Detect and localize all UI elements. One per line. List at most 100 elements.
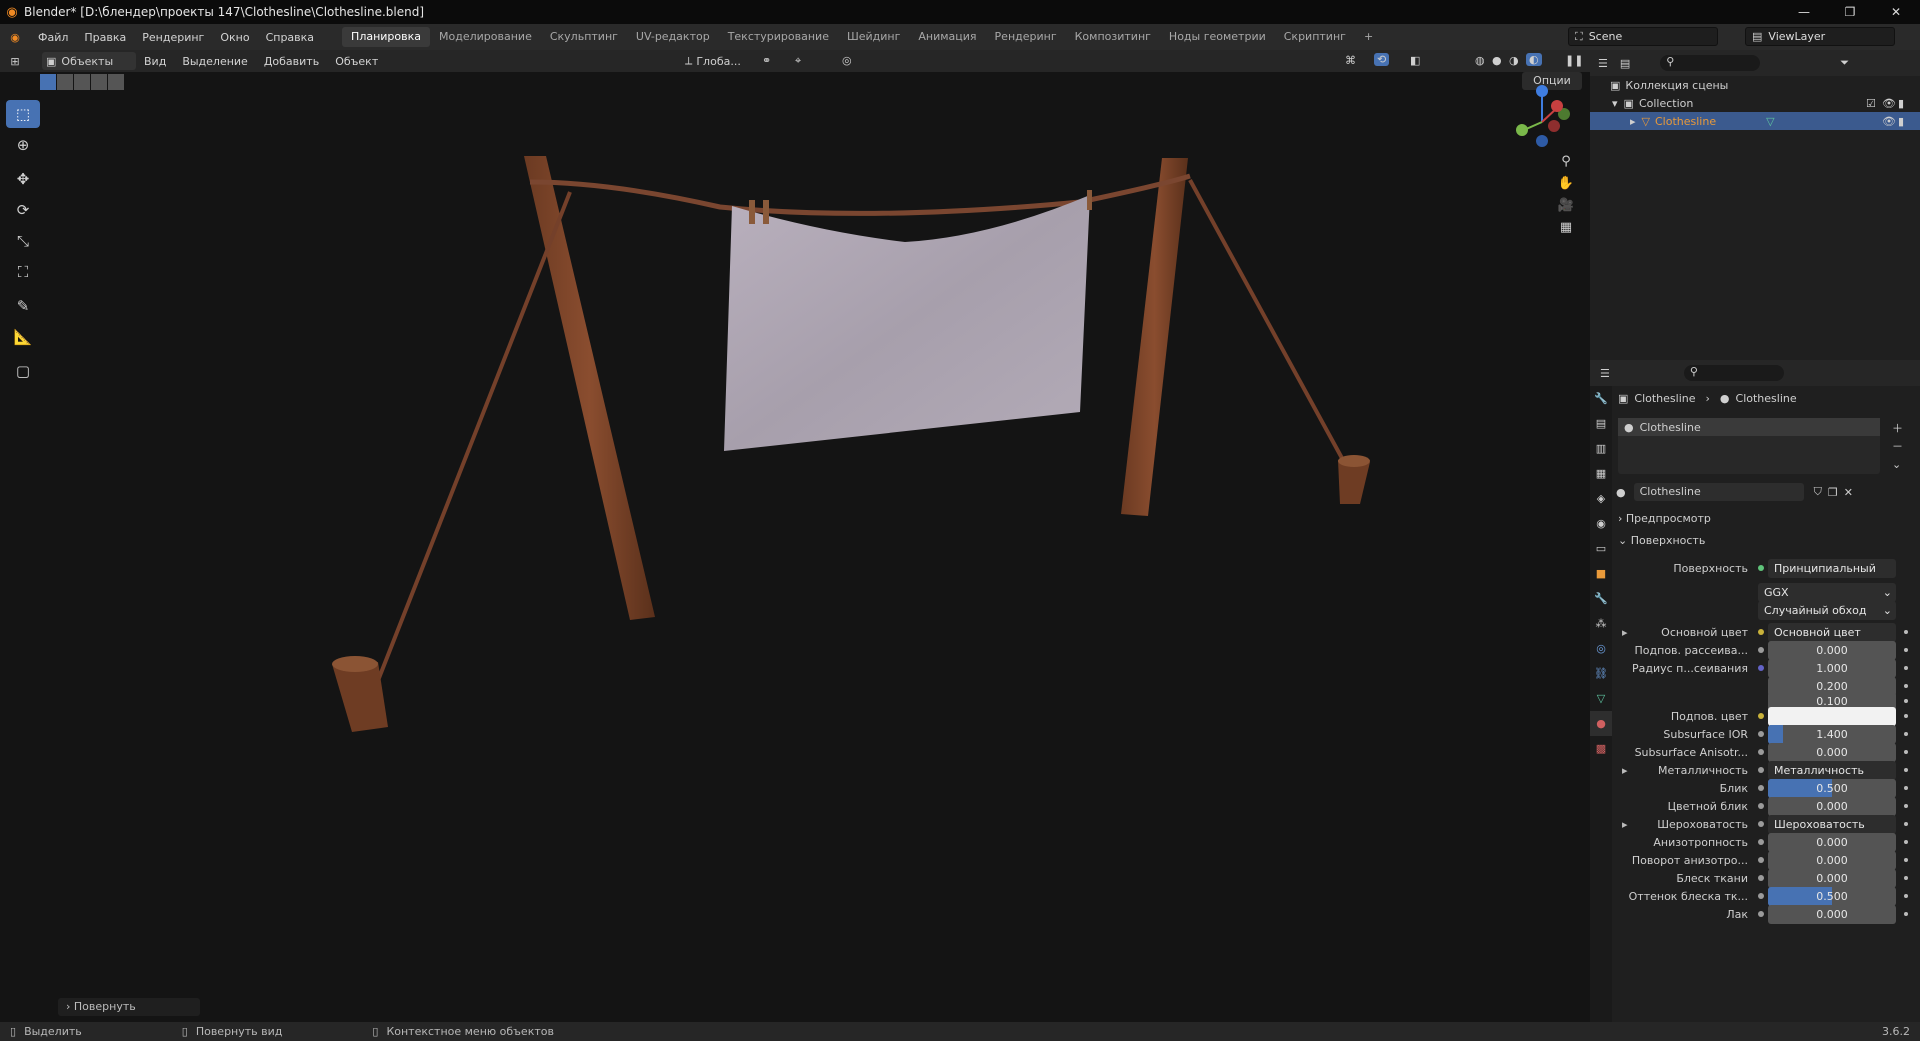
menu-select[interactable]: Выделение <box>174 55 256 68</box>
data-tab-icon[interactable]: ▽ <box>1590 686 1612 711</box>
keyframe-dot-icon[interactable] <box>1904 714 1908 718</box>
keyframe-dot-icon[interactable] <box>1904 648 1908 652</box>
material-slot-list[interactable]: ● Clothesline <box>1618 418 1880 474</box>
tab-layout[interactable]: Планировка <box>342 27 431 47</box>
tab-compositing[interactable]: Композитинг <box>1066 27 1160 47</box>
solid-shading-icon[interactable]: ● <box>1492 54 1502 67</box>
blender-menu-icon[interactable]: ◉ <box>0 31 30 44</box>
surface-shader-field[interactable]: Принципиальный BSDF <box>1768 559 1896 578</box>
keyframe-dot-icon[interactable] <box>1904 858 1908 862</box>
input-socket-dot[interactable] <box>1758 647 1764 653</box>
menu-object[interactable]: Объект <box>327 55 386 68</box>
scale-tool-icon[interactable]: ⤡ <box>6 227 40 255</box>
input-socket-dot[interactable] <box>1758 713 1764 719</box>
menu-window[interactable]: Окно <box>212 31 257 44</box>
menu-view[interactable]: Вид <box>136 55 174 68</box>
constraints-tab-icon[interactable]: ⛓ <box>1590 661 1612 686</box>
view-layer-tab-icon[interactable]: ▦ <box>1590 461 1612 486</box>
ortho-grid-icon[interactable]: ▦ <box>1555 216 1577 238</box>
material-slot-row[interactable]: ● Clothesline <box>1618 418 1880 436</box>
input-socket-dot[interactable] <box>1758 821 1764 827</box>
scene-tab-icon[interactable]: ◈ <box>1590 486 1612 511</box>
input-socket-dot[interactable] <box>1758 893 1764 899</box>
input-socket-dot[interactable] <box>1758 731 1764 737</box>
keyframe-dot-icon[interactable] <box>1904 786 1908 790</box>
tab-texturing[interactable]: Текстурирование <box>719 27 838 47</box>
xray-toggle-icon[interactable]: ◧ <box>1410 54 1420 67</box>
minimize-button[interactable]: — <box>1781 0 1827 24</box>
annotate-tool-icon[interactable]: ✎ <box>6 292 40 320</box>
viewlayer-selector[interactable]: ▤ ViewLayer <box>1745 27 1895 46</box>
input-socket-dot[interactable] <box>1758 629 1764 635</box>
outliner-row-scene-collection[interactable]: ▣ Коллекция сцены <box>1590 76 1920 94</box>
tab-scripting[interactable]: Скриптинг <box>1275 27 1355 47</box>
outliner-row-collection[interactable]: ▾ ▣ Collection ☑ 👁 ▮ <box>1590 94 1920 112</box>
properties-editor-icon[interactable]: ☰ <box>1600 367 1610 380</box>
physics-tab-icon[interactable]: ◎ <box>1590 636 1612 661</box>
overlay-toggle-icon[interactable]: ⟲ <box>1374 53 1390 66</box>
input-socket-dot[interactable] <box>1758 875 1764 881</box>
input-socket-dot[interactable] <box>1758 911 1764 917</box>
cursor-tool-icon[interactable]: ⊕ <box>6 131 40 159</box>
fake-user-icon[interactable]: ⛉ <box>1814 485 1822 499</box>
object-visibility-eye-icon[interactable]: 👁 <box>1882 115 1896 128</box>
material-selector[interactable]: ● Clothesline ⛉ ❐ ✕ <box>1616 483 1886 501</box>
outliner-row-clothesline[interactable]: ▸ ▽ Clothesline ▽ 👁 ▮ <box>1590 112 1920 130</box>
restore-button[interactable]: ❐ <box>1827 0 1873 24</box>
move-tool-icon[interactable]: ✥ <box>6 165 40 193</box>
snap-icon[interactable]: ⌖ <box>795 54 801 68</box>
particles-tab-icon[interactable]: ⁂ <box>1590 611 1612 636</box>
visibility-eye-icon[interactable]: 👁 <box>1882 97 1896 110</box>
tab-rendering[interactable]: Рендеринг <box>986 27 1066 47</box>
exclude-checkbox-icon[interactable]: ☑ <box>1866 97 1876 110</box>
pan-hand-icon[interactable]: ✋ <box>1555 172 1577 194</box>
wireframe-shading-icon[interactable]: ◍ <box>1475 54 1485 67</box>
rotate-tool-icon[interactable]: ⟳ <box>6 196 40 224</box>
modifier-tab-icon[interactable]: 🔧 <box>1590 586 1612 611</box>
gizmo-toggle-icon[interactable]: ⌘ <box>1345 54 1356 67</box>
input-socket-dot[interactable] <box>1758 767 1764 773</box>
tab-animation[interactable]: Анимация <box>909 27 985 47</box>
keyframe-dot-icon[interactable] <box>1904 822 1908 826</box>
subsurface-method-dropdown[interactable]: Случайный обход ⌄ <box>1758 601 1896 620</box>
pivot-icon[interactable]: ⚭ <box>762 54 771 67</box>
add-cube-tool-icon[interactable]: ▢ <box>6 357 40 385</box>
keyframe-dot-icon[interactable] <box>1904 666 1908 670</box>
transform-orientation[interactable]: ⟂ Глоба... <box>685 52 755 70</box>
collection-tab-icon[interactable]: ▭ <box>1590 536 1612 561</box>
object-render-camera-icon[interactable]: ▮ <box>1898 115 1904 128</box>
menu-edit[interactable]: Правка <box>76 31 134 44</box>
close-button[interactable]: ✕ <box>1873 0 1919 24</box>
outliner-editor-icon[interactable]: ☰ <box>1598 57 1608 70</box>
output-tab-icon[interactable]: ▥ <box>1590 436 1612 461</box>
keyframe-dot-icon[interactable] <box>1904 768 1908 772</box>
texture-tab-icon[interactable]: ▩ <box>1590 736 1612 761</box>
camera-view-icon[interactable]: 🎥 <box>1555 194 1577 216</box>
world-tab-icon[interactable]: ◉ <box>1590 511 1612 536</box>
proportional-edit-icon[interactable]: ◎ <box>842 54 852 67</box>
preview-panel-header[interactable]: › Предпросмотр <box>1618 510 1908 528</box>
input-socket-dot[interactable] <box>1758 803 1764 809</box>
expand-object-icon[interactable]: ▸ <box>1630 115 1636 128</box>
keyframe-dot-icon[interactable] <box>1904 732 1908 736</box>
keyframe-dot-icon[interactable] <box>1904 894 1908 898</box>
editor-type-icon[interactable]: ⊞ <box>0 55 30 68</box>
3d-viewport[interactable]: Опции ⚲ ✋ 🎥 ▦ › Повернуть <box>0 72 1590 1022</box>
outliner-search-input[interactable]: ⚲ <box>1660 55 1761 71</box>
keyframe-dot-icon[interactable] <box>1904 840 1908 844</box>
expand-input-icon[interactable]: ▸ <box>1622 764 1628 777</box>
transform-tool-icon[interactable]: ⛶ <box>6 258 40 286</box>
material-name-field[interactable]: Clothesline <box>1633 483 1804 501</box>
select-box-tool-icon[interactable]: ⬚ <box>6 100 40 128</box>
slot-menu-chevron-icon[interactable]: ⌄ <box>1892 458 1901 471</box>
menu-render[interactable]: Рендеринг <box>134 31 212 44</box>
measure-tool-icon[interactable]: 📐 <box>6 323 40 351</box>
keyframe-dot-icon[interactable] <box>1904 699 1908 703</box>
menu-file[interactable]: Файл <box>30 31 76 44</box>
keyframe-dot-icon[interactable] <box>1904 750 1908 754</box>
material-tab-icon[interactable]: ● <box>1590 711 1612 736</box>
keyframe-dot-icon[interactable] <box>1904 630 1908 634</box>
tab-modeling[interactable]: Моделирование <box>430 27 541 47</box>
mesh-data-icon[interactable]: ▽ <box>1766 115 1774 128</box>
numeric-slider[interactable]: 0.000 <box>1768 905 1896 924</box>
